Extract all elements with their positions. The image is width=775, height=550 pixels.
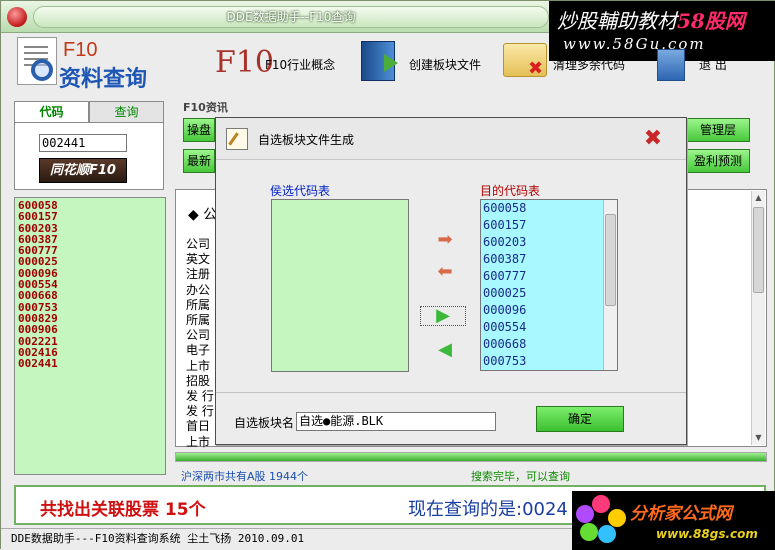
close-icon[interactable]: ✖ xyxy=(640,126,666,152)
list-item[interactable]: 000668 xyxy=(18,290,162,302)
profit-forecast-button[interactable]: 盈利预测 xyxy=(686,149,750,173)
list-item[interactable]: 000554 xyxy=(481,319,617,336)
related-stock-count: 共找出关联股票 15个 xyxy=(40,500,206,520)
block-file-dialog: 自选板块文件生成 ✖ 侯选代码表 目的代码表 ➡ ⬅ ▶ ◀ 600058 60… xyxy=(215,117,687,445)
info-row: 首日 xyxy=(186,419,211,434)
add-arrow-icon[interactable]: ➡ xyxy=(428,230,462,250)
list-item[interactable]: 600058 xyxy=(481,200,617,217)
create-block-icon[interactable] xyxy=(361,41,398,81)
logo-f10-text: F10 xyxy=(63,39,98,61)
list-item[interactable]: 600387 xyxy=(481,251,617,268)
list-item[interactable]: 000753 xyxy=(481,353,617,370)
dialog-title-bar: 自选板块文件生成 ✖ xyxy=(216,118,686,160)
f10-logo: F10 资料查询 xyxy=(17,37,157,92)
exit-icon[interactable] xyxy=(657,49,685,81)
main-window: DDE数据助手--F10查询 炒股輔助教材58股网 www.58Gu.com F… xyxy=(0,0,775,550)
scroll-up-icon[interactable]: ▲ xyxy=(752,191,765,205)
scroll-thumb[interactable] xyxy=(753,207,764,293)
candidate-list-label: 侯选代码表 xyxy=(270,184,331,198)
block-name-input[interactable]: 自选●能源.BLK xyxy=(296,412,496,431)
info-row: 注册 xyxy=(186,267,211,282)
magnifier-icon xyxy=(31,59,53,81)
tonghuashun-f10-button[interactable]: 同花顺F10 xyxy=(39,158,127,183)
create-block-button[interactable]: 创建板块文件 xyxy=(409,45,481,85)
list-item[interactable]: 600777 xyxy=(481,268,617,285)
list-item[interactable]: 000906 xyxy=(18,324,162,336)
target-code-list[interactable]: 600058 600157 600203 600387 600777 00002… xyxy=(480,199,618,371)
search-progress-bar xyxy=(175,452,767,462)
window-title: DDE数据助手--F10查询 xyxy=(33,6,549,28)
info-row: 所属 xyxy=(186,313,211,328)
block-name-label: 自选板块名 xyxy=(234,416,295,430)
info-row: 公司 xyxy=(186,328,211,343)
confirm-button[interactable]: 确定 xyxy=(536,406,624,432)
list-item[interactable]: 600157 xyxy=(18,211,162,223)
flower-logo-icon xyxy=(576,495,626,545)
info-row: 英文 xyxy=(186,252,211,267)
industry-concept-button[interactable]: F10行业概念 xyxy=(265,45,335,85)
tab-query[interactable]: 查询 xyxy=(89,101,164,123)
list-item[interactable]: 002441 xyxy=(18,358,162,370)
candidate-code-list[interactable] xyxy=(271,199,409,372)
list-item[interactable]: 600157 xyxy=(481,217,617,234)
dialog-title: 自选板块文件生成 xyxy=(258,133,355,147)
latest-button[interactable]: 最新 xyxy=(183,149,215,173)
add-all-triangle-icon[interactable]: ▶ xyxy=(420,306,466,326)
remove-all-triangle-icon[interactable]: ◀ xyxy=(428,340,462,360)
f10-info-group-label: F10资讯 xyxy=(183,101,228,114)
cleanup-codes-button[interactable]: 清理多余代码 xyxy=(553,45,625,85)
search-status: 搜索完毕，可以查询 xyxy=(471,470,570,483)
app-icon[interactable] xyxy=(7,7,27,27)
scroll-down-icon[interactable]: ▼ xyxy=(752,431,765,445)
exit-button[interactable]: 退 出 xyxy=(699,45,727,85)
info-rows: 公司 英文 注册 办公 所属 所属 公司 电子 上市 招股 发 行 发 行 首日… xyxy=(186,237,214,450)
stock-code-input[interactable]: 002441 xyxy=(39,134,127,152)
remove-arrow-icon[interactable]: ⬅ xyxy=(428,262,462,282)
list-item[interactable]: 600203 xyxy=(481,234,617,251)
info-row: 办公 xyxy=(186,282,211,297)
stock-code-list[interactable]: 600058 600157 600203 600387 600777 00002… xyxy=(14,197,166,475)
stock-count-status: 沪深两市共有A股 1944个 xyxy=(181,470,309,483)
target-list-scrollbar[interactable] xyxy=(603,200,617,370)
left-tabs: 代码 查询 xyxy=(14,101,164,123)
progress-fill xyxy=(176,453,766,461)
logo-title-text: 资料查询 xyxy=(59,67,148,92)
watermark-brand: 分析家公式网 xyxy=(630,504,732,524)
cleanup-folder-icon[interactable] xyxy=(503,43,547,79)
list-item[interactable]: 000025 xyxy=(481,285,617,302)
scroll-thumb[interactable] xyxy=(605,214,616,306)
info-row: 所属 xyxy=(186,297,211,312)
list-item[interactable]: 000668 xyxy=(481,336,617,353)
info-row: 电子 xyxy=(186,343,211,358)
info-row: 上市 xyxy=(186,434,211,449)
target-list-label: 目的代码表 xyxy=(480,184,541,198)
operation-button[interactable]: 操盘 xyxy=(183,118,215,142)
watermark-bottom: 分析家公式网 www.88gs.com xyxy=(572,491,775,550)
info-row: 发 行 xyxy=(186,404,214,419)
info-row: 招股 xyxy=(186,373,211,388)
management-button[interactable]: 管理层 xyxy=(686,118,750,142)
list-item[interactable]: 000096 xyxy=(481,302,617,319)
info-scrollbar[interactable]: ▲ ▼ xyxy=(751,191,765,445)
info-row: 发 行 xyxy=(186,389,214,404)
code-tab-panel: 002441 同花顺F10 xyxy=(14,122,164,190)
dialog-divider xyxy=(216,392,686,393)
watermark-top-line1: 炒股輔助教材58股网 xyxy=(557,9,745,33)
tab-code[interactable]: 代码 xyxy=(14,101,89,123)
pencil-note-icon xyxy=(226,128,248,150)
info-heading: ◆ 公 xyxy=(188,207,218,223)
info-row: 公司 xyxy=(186,237,211,251)
current-query: 现在查询的是:0024 xyxy=(408,499,568,520)
watermark-url: www.88gs.com xyxy=(656,527,758,541)
info-row: 上市 xyxy=(186,358,211,373)
